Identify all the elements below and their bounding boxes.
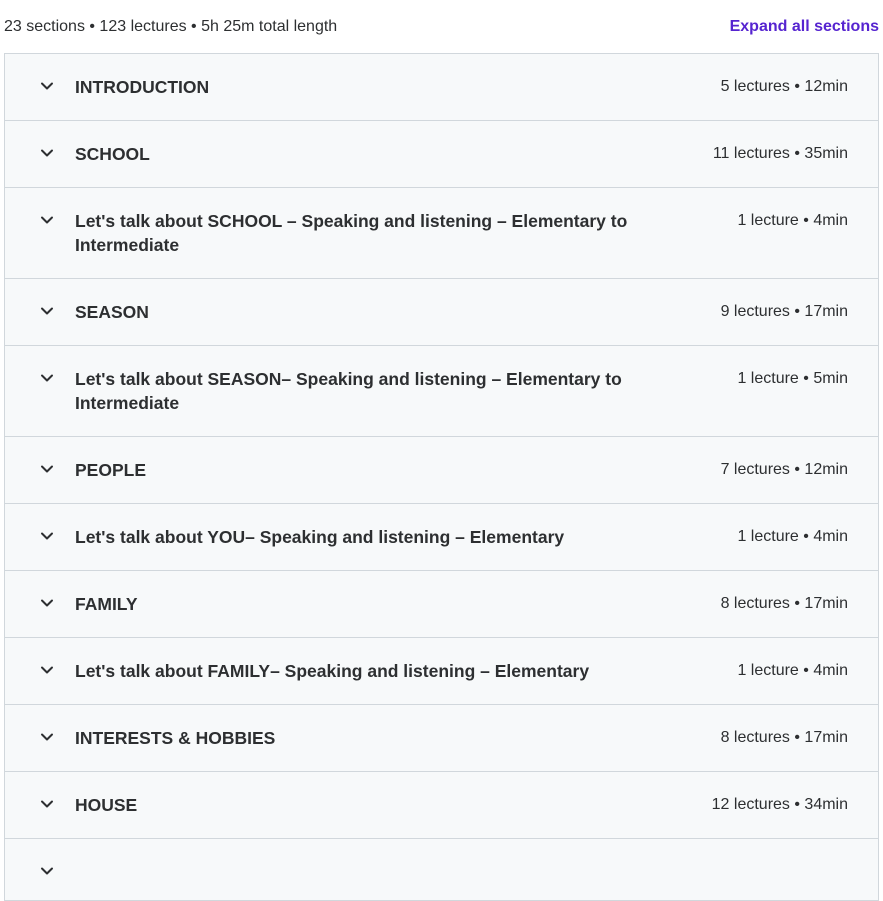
section-title: FAMILY [75, 594, 138, 614]
section-meta: 1 lecture • 4min [737, 212, 848, 229]
section-header[interactable]: Let's talk about SCHOOL – Speaking and l… [5, 188, 878, 279]
section-title: Let's talk about YOU– Speaking and liste… [75, 527, 565, 547]
section-meta: 1 lecture • 5min [737, 370, 848, 387]
section-meta: 11 lectures • 35min [712, 145, 848, 162]
chevron-down-icon [39, 595, 55, 611]
section-title: SEASON [75, 302, 149, 322]
section-title: Let's talk about SCHOOL – Speaking and l… [75, 211, 628, 255]
chevron-down-icon [39, 461, 55, 477]
chevron-down-icon [39, 662, 55, 678]
section-title: PEOPLE [75, 460, 146, 480]
chevron-down-icon [39, 863, 55, 879]
section-header[interactable]: FAMILY 8 lectures • 17min [5, 571, 878, 638]
section-meta: 8 lectures • 17min [720, 595, 848, 612]
section-title: SCHOOL [75, 144, 150, 164]
section-header[interactable]: PEOPLE 7 lectures • 12min [5, 437, 878, 504]
section-title: Let's talk about SEASON– Speaking and li… [75, 369, 622, 413]
section-header[interactable]: Let's talk about SEASON– Speaking and li… [5, 346, 878, 437]
section-meta: 7 lectures • 12min [720, 461, 848, 478]
section-header[interactable] [5, 839, 878, 901]
chevron-down-icon [39, 145, 55, 161]
section-meta: 1 lecture • 4min [737, 662, 848, 679]
section-header[interactable]: SCHOOL 11 lectures • 35min [5, 121, 878, 188]
section-title: INTERESTS & HOBBIES [75, 728, 276, 748]
section-header[interactable]: INTRODUCTION 5 lectures • 12min [5, 54, 878, 121]
chevron-down-icon [39, 78, 55, 94]
section-title: Let's talk about FAMILY– Speaking and li… [75, 661, 590, 681]
chevron-down-icon [39, 528, 55, 544]
section-header[interactable]: Let's talk about YOU– Speaking and liste… [5, 504, 878, 571]
curriculum-stats: 23 sections • 123 lectures • 5h 25m tota… [4, 18, 338, 35]
section-header[interactable]: HOUSE 12 lectures • 34min [5, 772, 878, 839]
chevron-down-icon [39, 212, 55, 228]
section-title: HOUSE [75, 795, 138, 815]
section-meta: 1 lecture • 4min [737, 528, 848, 545]
chevron-down-icon [39, 729, 55, 745]
chevron-down-icon [39, 303, 55, 319]
section-meta: 8 lectures • 17min [720, 729, 848, 746]
section-meta: 5 lectures • 12min [720, 78, 848, 95]
section-title: INTRODUCTION [75, 77, 210, 97]
expand-all-sections-button[interactable]: Expand all sections [730, 18, 879, 36]
section-header[interactable]: Let's talk about FAMILY– Speaking and li… [5, 638, 878, 705]
section-meta: 12 lectures • 34min [711, 796, 848, 813]
curriculum-summary: 23 sections • 123 lectures • 5h 25m tota… [0, 0, 883, 54]
section-header[interactable]: SEASON 9 lectures • 17min [5, 279, 878, 346]
section-meta: 9 lectures • 17min [720, 303, 848, 320]
section-list: INTRODUCTION 5 lectures • 12min SCHOOL 1… [4, 53, 879, 901]
chevron-down-icon [39, 796, 55, 812]
chevron-down-icon [39, 370, 55, 386]
section-header[interactable]: INTERESTS & HOBBIES 8 lectures • 17min [5, 705, 878, 772]
